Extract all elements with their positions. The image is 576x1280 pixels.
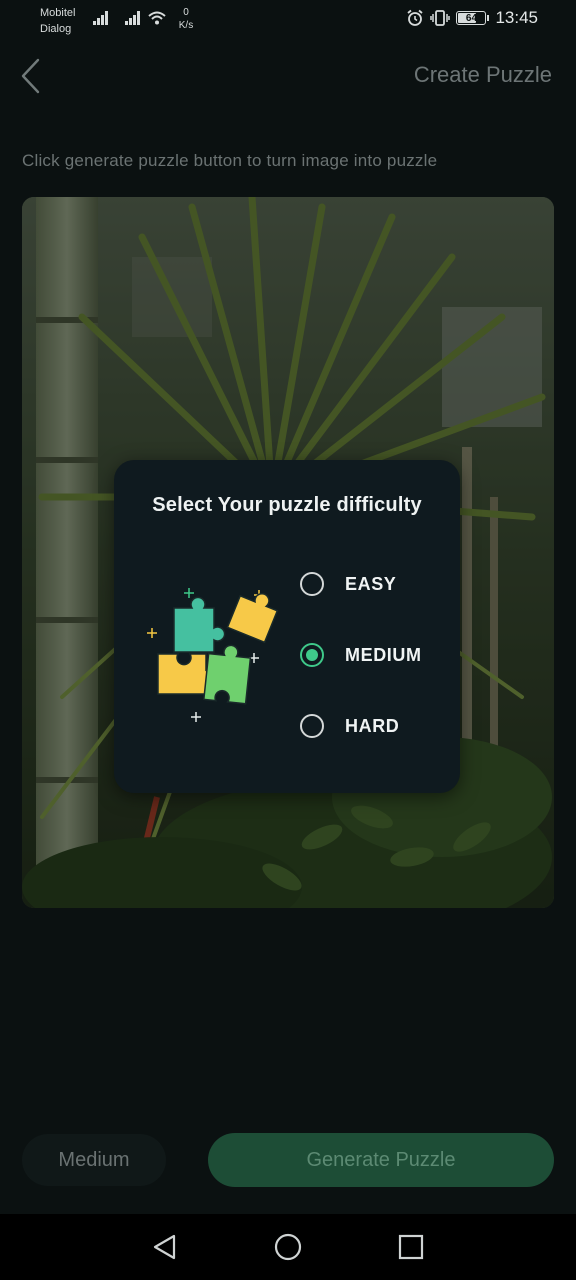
network-speed-unit: K/s [178,20,194,31]
battery-level: 64 [465,12,478,24]
option-hard-label: HARD [345,715,400,736]
dialog-title: Select Your puzzle difficulty [152,494,422,516]
vibrate-icon [430,10,451,26]
alarm-icon [407,9,424,26]
radio-hard[interactable] [300,714,324,738]
screen: Mobitel Dialog 0 K/s 64 13:45 Create Puz… [0,0,576,1280]
carrier-names: Mobitel Dialog [40,5,75,37]
option-hard[interactable]: HARD [300,708,422,744]
chevron-left-icon [21,58,40,94]
carrier-2: Dialog [40,23,72,35]
nav-back-button[interactable] [150,1232,180,1262]
puzzle-pieces-icon [147,588,279,722]
signal-icon [125,11,140,25]
option-easy[interactable]: EASY [300,566,422,602]
generate-puzzle-button[interactable]: Generate Puzzle [208,1133,554,1187]
difficulty-button[interactable]: Medium [22,1134,166,1186]
option-medium[interactable]: MEDIUM [300,637,422,673]
carrier-1: Mobitel [40,7,76,19]
network-speed-value: 0 [183,7,189,18]
difficulty-options: EASY MEDIUM HARD [300,566,422,779]
nav-home-button[interactable] [273,1232,303,1262]
option-easy-label: EASY [345,573,397,594]
instruction-text: Click generate puzzle button to turn ima… [22,151,438,170]
page-title: Create Puzzle [413,62,552,87]
option-medium-label: MEDIUM [345,644,422,665]
radio-easy[interactable] [300,572,324,596]
system-nav-bar [0,1214,576,1280]
square-recents-icon [398,1234,424,1260]
wifi-icon [148,11,166,25]
network-speed: 0 K/s [176,6,196,32]
status-bar: Mobitel Dialog 0 K/s 64 13:45 [0,0,576,40]
clock: 13:45 [495,8,538,27]
status-right: 64 13:45 [406,8,538,28]
back-button[interactable] [14,56,50,96]
signal-icon [93,11,108,25]
battery-indicator: 64 [456,11,490,25]
circle-home-icon [274,1233,302,1261]
nav-recents-button[interactable] [396,1232,426,1262]
triangle-back-icon [153,1234,176,1260]
radio-medium[interactable] [300,643,324,667]
difficulty-dialog: Select Your puzzle difficulty EASY MEDIU… [114,460,460,793]
